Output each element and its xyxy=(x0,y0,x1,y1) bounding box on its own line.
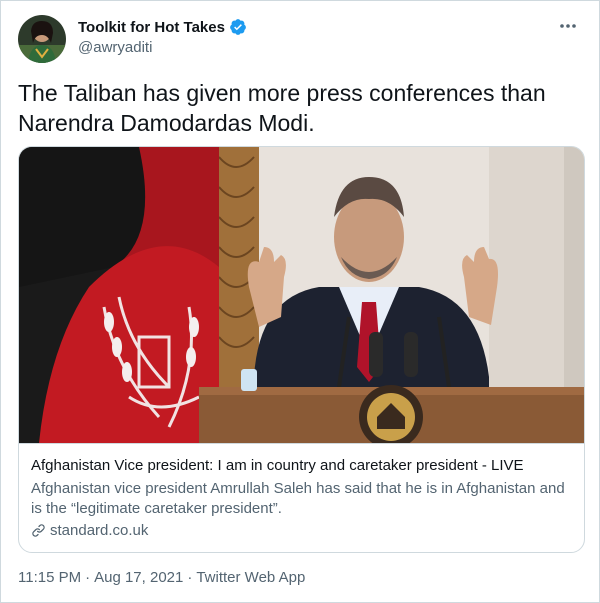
verified-badge-icon xyxy=(230,19,246,35)
tweet-metadata: 11:15 PM · Aug 17, 2021 · Twitter Web Ap… xyxy=(18,569,305,586)
tweet-text-line-2: Narendra Damodardas Modi. xyxy=(18,110,315,136)
tweet-text-line-1: The Taliban has given more press confere… xyxy=(18,80,546,106)
more-dots-icon[interactable] xyxy=(557,15,579,37)
card-domain[interactable]: standard.co.uk xyxy=(31,522,148,539)
author-display-name[interactable]: Toolkit for Hot Takes xyxy=(78,19,225,36)
tweet-text: The Taliban has given more press confere… xyxy=(18,78,578,138)
author-handle[interactable]: @awryaditi xyxy=(78,39,152,56)
meta-separator-2: · xyxy=(187,569,193,586)
avatar[interactable] xyxy=(18,15,66,63)
tweet-time[interactable]: 11:15 PM xyxy=(18,569,81,586)
link-icon xyxy=(32,524,45,537)
tweet-date[interactable]: Aug 17, 2021 xyxy=(94,569,183,586)
author-name-row: Toolkit for Hot Takes xyxy=(78,18,247,36)
card-image xyxy=(19,147,584,443)
card-title[interactable]: Afghanistan Vice president: I am in coun… xyxy=(31,456,571,476)
card-description: Afghanistan vice president Amrullah Sale… xyxy=(31,480,565,517)
meta-separator-1: · xyxy=(85,569,91,586)
card-text-area: Afghanistan Vice president: I am in coun… xyxy=(19,443,584,552)
link-preview-card[interactable]: Afghanistan Vice president: I am in coun… xyxy=(18,146,585,553)
avatar-image xyxy=(18,15,66,63)
tweet-container: Toolkit for Hot Takes @awryaditi The Tal… xyxy=(0,0,600,603)
card-domain-text: standard.co.uk xyxy=(50,522,149,539)
tweet-source: Twitter Web App xyxy=(196,569,306,586)
